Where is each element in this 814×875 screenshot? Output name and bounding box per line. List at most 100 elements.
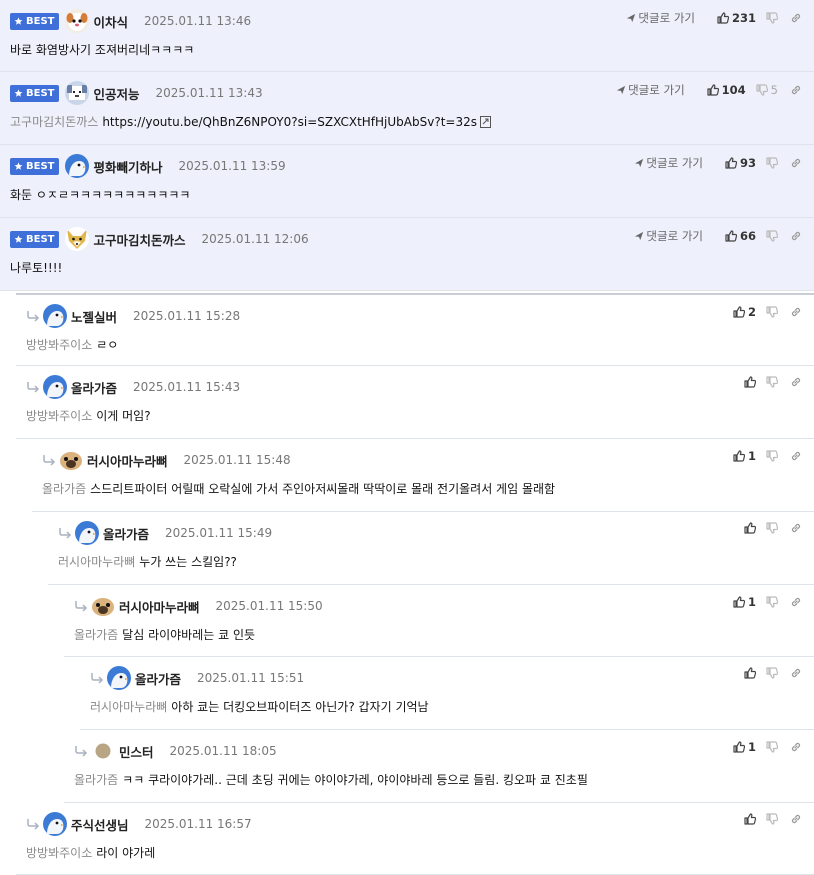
go-to-reply-link[interactable]: 댓글로 가기 <box>634 155 703 171</box>
mention[interactable]: 러시아마누라뼈 <box>58 555 135 569</box>
nickname[interactable]: 주식선생님 <box>71 815 129 834</box>
nickname[interactable]: 민스터 <box>119 742 154 761</box>
thumbs-up-icon <box>725 157 737 169</box>
upvote-button[interactable]: 1 <box>733 740 756 754</box>
avatar[interactable] <box>65 227 89 251</box>
reply-arrow-icon <box>26 310 40 322</box>
thumbs-down-icon <box>766 450 778 462</box>
downvote-button[interactable] <box>766 376 778 388</box>
link-icon[interactable] <box>790 667 802 679</box>
nickname[interactable]: 이차식 <box>93 12 128 31</box>
best-comment: BEST 인공저능 2025.01.11 13:43 댓글로 가기 104 5 고구마김치돈… <box>0 72 814 145</box>
nickname[interactable]: 고구마김치돈까스 <box>93 230 185 249</box>
downvote-button[interactable] <box>766 230 778 242</box>
go-to-reply-link[interactable]: 댓글로 가기 <box>634 228 703 244</box>
comment-actions: 댓글로 가기 93 <box>634 155 802 171</box>
upvote-count: 66 <box>739 229 756 243</box>
link-icon[interactable] <box>790 376 802 388</box>
nickname[interactable]: 노젤실버 <box>71 307 117 326</box>
link-icon[interactable] <box>790 813 802 825</box>
comment-text: 스드리트파이터 어릴때 오락실에 가서 주인아저씨몰래 딱딱이로 몰래 전기올려… <box>90 482 556 496</box>
comment-text: 달심 라이야바레는 쿄 인듯 <box>122 628 256 642</box>
link-icon[interactable] <box>790 230 802 242</box>
link-icon[interactable] <box>790 450 802 462</box>
link-icon[interactable] <box>790 12 802 24</box>
downvote-button[interactable] <box>766 12 778 24</box>
mention[interactable]: 방방봐주이소 <box>26 338 92 352</box>
downvote-button[interactable] <box>766 306 778 318</box>
comment-header: 주식선생님 2025.01.11 16:57 <box>26 814 252 834</box>
thumbs-up-icon <box>744 667 756 679</box>
upvote-button[interactable]: 93 <box>725 156 756 170</box>
downvote-button[interactable] <box>766 596 778 608</box>
mention[interactable]: 방방봐주이소 <box>26 409 92 423</box>
avatar[interactable] <box>107 666 131 690</box>
avatar[interactable] <box>95 743 111 759</box>
upvote-count: 231 <box>731 11 756 25</box>
comment-date: 2025.01.11 15:49 <box>165 526 273 540</box>
external-link-icon[interactable] <box>479 116 491 128</box>
reply-comment: 주식선생님 2025.01.11 16:57 방방봐주이소 라이 야가레 <box>16 803 814 875</box>
comment-actions: 1 <box>723 740 802 754</box>
link-icon[interactable] <box>790 157 802 169</box>
go-to-reply-link[interactable]: 댓글로 가기 <box>616 82 685 98</box>
nickname[interactable]: 러시아마누라뼈 <box>87 451 168 470</box>
upvote-button[interactable] <box>744 376 756 388</box>
downvote-button[interactable] <box>766 450 778 462</box>
upvote-button[interactable]: 2 <box>733 305 756 319</box>
comment-actions <box>734 376 802 388</box>
upvote-button[interactable] <box>744 522 756 534</box>
downvote-button[interactable] <box>766 813 778 825</box>
link-icon[interactable] <box>790 596 802 608</box>
link-icon[interactable] <box>790 84 802 96</box>
comment-header: BEST 인공저능 2025.01.11 13:43 <box>10 83 263 103</box>
avatar[interactable] <box>91 594 115 618</box>
downvote-button[interactable] <box>766 667 778 679</box>
nickname[interactable]: 올라가즘 <box>71 378 117 397</box>
link-icon[interactable] <box>790 522 802 534</box>
downvote-button[interactable] <box>766 741 778 753</box>
upvote-button[interactable] <box>744 667 756 679</box>
upvote-button[interactable]: 104 <box>707 83 746 97</box>
thumbs-down-icon <box>766 12 778 24</box>
nickname[interactable]: 올라가즘 <box>135 669 181 688</box>
mention[interactable]: 방방봐주이소 <box>26 846 92 860</box>
comment-text: 나루토!!!! <box>10 261 63 275</box>
downvote-button[interactable] <box>766 157 778 169</box>
nickname[interactable]: 평화빼기하나 <box>93 157 162 176</box>
downvote-button[interactable]: 5 <box>756 83 778 97</box>
avatar[interactable] <box>43 375 67 399</box>
upvote-count: 1 <box>747 595 756 609</box>
thumbs-down-icon <box>756 84 768 96</box>
upvote-button[interactable]: 1 <box>733 595 756 609</box>
mention[interactable]: 고구마김치돈까스 <box>10 115 98 129</box>
thumbs-up-icon <box>744 813 756 825</box>
nickname[interactable]: 인공저능 <box>93 84 139 103</box>
upvote-button[interactable]: 231 <box>717 11 756 25</box>
link-icon[interactable] <box>790 741 802 753</box>
mention[interactable]: 올라가즘 <box>74 773 118 787</box>
link-icon[interactable] <box>790 306 802 318</box>
avatar[interactable] <box>43 304 67 328</box>
avatar[interactable] <box>43 812 67 836</box>
nickname[interactable]: 올라가즘 <box>103 524 149 543</box>
mention[interactable]: 올라가즘 <box>74 628 118 642</box>
avatar[interactable] <box>65 9 89 33</box>
avatar[interactable] <box>65 154 89 178</box>
mention[interactable]: 러시아마누라뼈 <box>90 700 167 714</box>
avatar[interactable] <box>65 81 89 105</box>
thumbs-down-icon <box>766 376 778 388</box>
avatar[interactable] <box>59 448 83 472</box>
comment-actions: 1 <box>723 595 802 609</box>
mention[interactable]: 올라가즘 <box>42 482 86 496</box>
go-to-reply-link[interactable]: 댓글로 가기 <box>626 10 695 26</box>
upvote-button[interactable] <box>744 813 756 825</box>
comment-actions <box>734 522 802 534</box>
downvote-button[interactable] <box>766 522 778 534</box>
upvote-button[interactable]: 66 <box>725 229 756 243</box>
reply-comment: 올라가즘 2025.01.11 15:51 러시아마누라뼈 아하 쿄는 더킹오브파이터… <box>80 657 814 730</box>
nickname[interactable]: 러시아마누라뼈 <box>119 597 200 616</box>
thumbs-up-icon <box>733 741 745 753</box>
upvote-button[interactable]: 1 <box>733 449 756 463</box>
avatar[interactable] <box>75 521 99 545</box>
